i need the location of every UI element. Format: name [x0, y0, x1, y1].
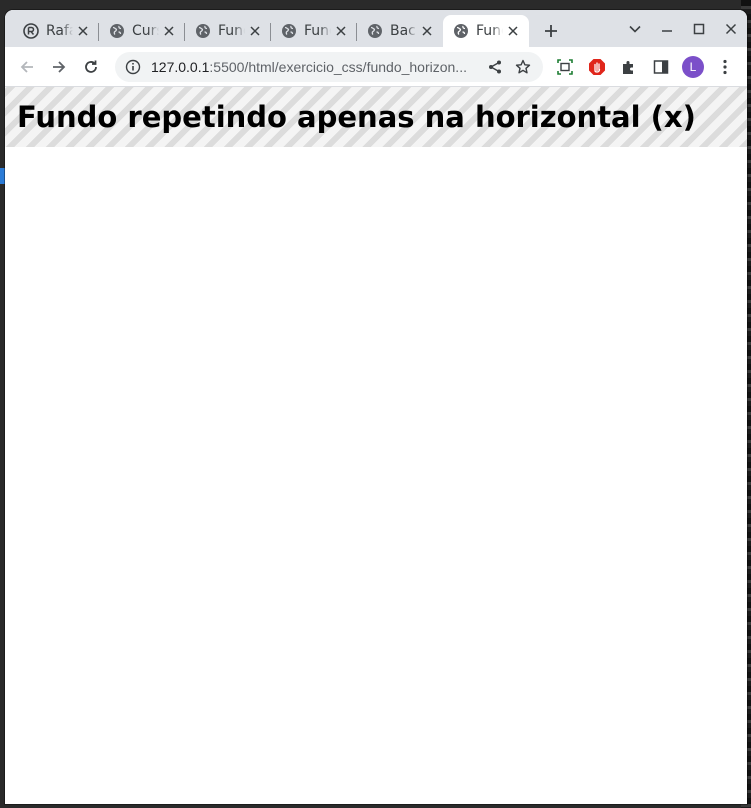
menu-button[interactable]: [709, 51, 741, 83]
maximize-icon: [693, 23, 705, 34]
tab-1[interactable]: Curso: [99, 15, 185, 47]
striped-header-banner: Fundo repetindo apenas na horizontal (x): [5, 87, 747, 147]
tab-4[interactable]: Background: [357, 15, 443, 47]
close-icon[interactable]: [75, 23, 91, 39]
tab-0[interactable]: Rafa: [13, 15, 99, 47]
close-icon: [725, 23, 737, 34]
tab-3[interactable]: Fundo: [271, 15, 357, 47]
bookmark-button[interactable]: [509, 53, 537, 81]
tab-title: Background: [390, 23, 417, 39]
close-icon[interactable]: [419, 23, 435, 39]
tab-title: Curso: [132, 23, 159, 39]
forward-arrow-icon: [53, 60, 66, 73]
info-icon[interactable]: [125, 59, 141, 75]
close-window-button[interactable]: [715, 14, 747, 44]
globe-icon: [195, 23, 211, 39]
maximize-button[interactable]: [683, 14, 715, 44]
globe-icon: [281, 23, 297, 39]
screen-capture-icon: [557, 58, 573, 75]
url-path: :5500/html/exercicio_css/fundo_horizon..…: [209, 58, 467, 75]
url-host: 127.0.0.1: [151, 58, 210, 75]
adblock-extension-button[interactable]: [581, 51, 613, 83]
tab-strip: Rafa Curso Fundo: [5, 10, 747, 47]
side-panel-icon: [653, 59, 669, 74]
side-panel-button[interactable]: [645, 51, 677, 83]
close-icon[interactable]: [247, 23, 263, 39]
tab-title: Fundo: [304, 23, 331, 39]
chevron-down-icon: [629, 25, 641, 33]
tab-title: Fundo: [218, 23, 245, 39]
close-icon[interactable]: [161, 23, 177, 39]
reload-icon: [85, 60, 97, 73]
web-page: Fundo repetindo apenas na horizontal (x): [5, 87, 747, 804]
tab-5-active[interactable]: Fundo: [443, 15, 529, 47]
plus-icon: [545, 25, 557, 37]
reload-button[interactable]: [75, 51, 107, 83]
globe-icon: [109, 23, 125, 39]
screenshot-extension-button[interactable]: [549, 51, 581, 83]
avatar: L: [682, 55, 704, 78]
tab-title: Rafa: [46, 23, 73, 39]
new-tab-button[interactable]: [537, 17, 565, 45]
browser-window: Rafa Curso Fundo: [5, 10, 747, 804]
close-icon[interactable]: [505, 23, 521, 39]
stop-hand-icon: [589, 58, 605, 75]
globe-icon: [453, 23, 469, 39]
globe-icon: [367, 23, 383, 39]
toolbar: 127.0.0.1:5500/html/exercicio_css/fundo_…: [5, 47, 747, 87]
profile-button[interactable]: L: [677, 51, 709, 83]
minimize-button[interactable]: [651, 14, 683, 44]
minimize-icon: [662, 29, 672, 32]
close-icon[interactable]: [333, 23, 349, 39]
more-vertical-icon: [723, 59, 727, 74]
star-icon: [515, 59, 531, 73]
back-button[interactable]: [11, 51, 43, 83]
page-heading: Fundo repetindo apenas na horizontal (x): [17, 100, 696, 134]
github-icon: [23, 23, 39, 39]
tab-search-button[interactable]: [619, 14, 651, 44]
share-button[interactable]: [481, 53, 509, 81]
tab-2[interactable]: Fundo: [185, 15, 271, 47]
share-icon: [489, 60, 501, 73]
tab-title: Fundo: [476, 23, 503, 39]
forward-button[interactable]: [43, 51, 75, 83]
window-controls: [619, 10, 747, 47]
url-text[interactable]: 127.0.0.1:5500/html/exercicio_css/fundo_…: [151, 59, 481, 75]
address-bar[interactable]: 127.0.0.1:5500/html/exercicio_css/fundo_…: [115, 51, 543, 82]
puzzle-piece-icon: [623, 60, 633, 74]
extensions-button[interactable]: [613, 51, 645, 83]
back-arrow-icon: [20, 60, 33, 73]
